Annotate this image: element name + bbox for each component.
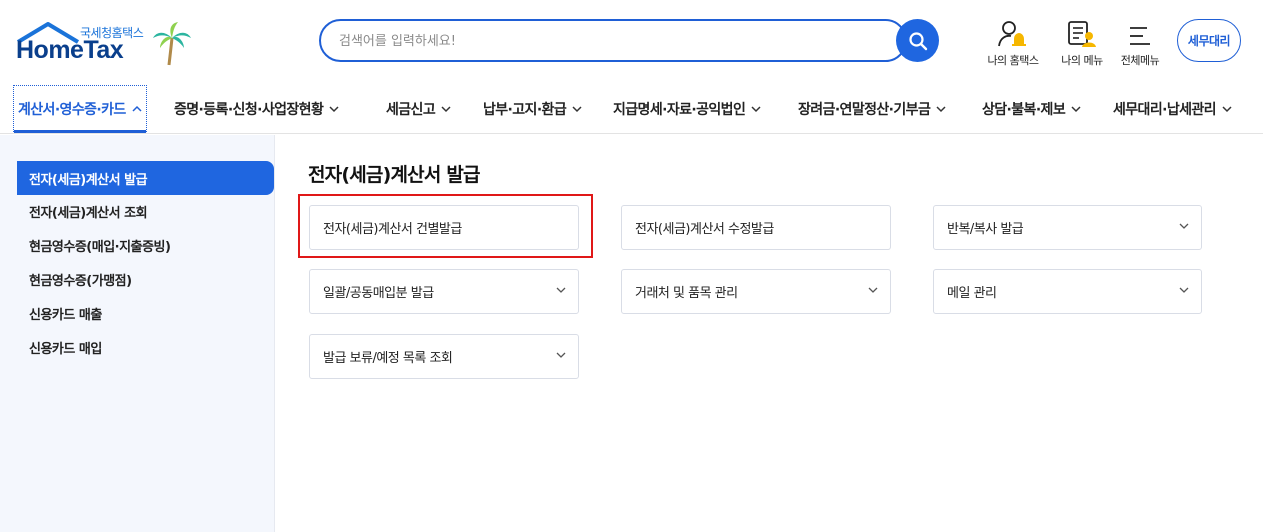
hamburger-menu-icon	[1130, 27, 1150, 45]
card-bulk-joint-issue[interactable]: 일괄/공동매입분 발급	[309, 269, 579, 314]
card-label: 일괄/공동매입분 발급	[323, 286, 434, 301]
page-title: 전자(세금)계산서 발급	[308, 164, 481, 186]
sidebar-item-cash-receipt-merchant[interactable]: 현금영수증(가맹점)	[17, 262, 274, 296]
nav-item-tax-agent[interactable]: 세무대리·납세관리	[1113, 84, 1232, 134]
nav-item-invoice-receipt-card[interactable]: 계산서·영수증·카드	[13, 85, 147, 133]
nav-item-payment-refund[interactable]: 납부·고지·환급	[483, 84, 582, 134]
nav-item-tax-filing[interactable]: 세금신고	[386, 84, 451, 134]
my-hometax-button[interactable]: 나의 홈택스	[978, 18, 1048, 68]
card-mail-management[interactable]: 메일 관리	[933, 269, 1202, 314]
sidebar-item-cash-receipt-purchase[interactable]: 현금영수증(매입·지출증빙)	[17, 228, 274, 262]
sidebar-item-einvoice-issue[interactable]: 전자(세금)계산서 발급	[17, 161, 274, 195]
nav-item-label: 지급명세·자료·공익법인	[613, 102, 746, 118]
chevron-down-icon	[556, 352, 566, 358]
chevron-down-icon	[441, 105, 451, 112]
card-amend-issue[interactable]: 전자(세금)계산서 수정발급	[621, 205, 891, 250]
search-box	[319, 19, 907, 62]
chevron-down-icon	[1179, 287, 1189, 293]
card-pending-scheduled-list[interactable]: 발급 보류/예정 목록 조회	[309, 334, 579, 379]
nav-item-label: 증명·등록·신청·사업장현황	[174, 102, 324, 118]
chevron-down-icon	[751, 105, 761, 112]
nav-item-label: 계산서·영수증·카드	[18, 101, 126, 118]
hometax-logo[interactable]: 국세청홈택스 HomeTax	[14, 20, 194, 68]
nav-item-certificates[interactable]: 증명·등록·신청·사업장현황	[174, 84, 339, 134]
nav-item-payment-statement[interactable]: 지급명세·자료·공익법인	[613, 84, 761, 134]
card-label: 전자(세금)계산서 수정발급	[635, 222, 774, 237]
my-hometax-label: 나의 홈택스	[987, 54, 1039, 67]
chevron-down-icon	[329, 105, 339, 112]
nav-item-label: 장려금·연말정산·기부금	[798, 102, 931, 118]
user-bell-icon	[998, 21, 1026, 47]
tax-agent-button[interactable]: 세무대리	[1177, 19, 1241, 62]
nav-item-label: 세금신고	[386, 102, 436, 118]
chevron-down-icon	[1071, 105, 1081, 112]
card-partner-item-management[interactable]: 거래처 및 품목 관리	[621, 269, 891, 314]
card-repeat-copy-issue[interactable]: 반복/복사 발급	[933, 205, 1202, 250]
sidebar-item-einvoice-lookup[interactable]: 전자(세금)계산서 조회	[17, 194, 274, 228]
chevron-down-icon	[1179, 223, 1189, 229]
nav-item-consultation[interactable]: 상담·불복·제보	[982, 84, 1081, 134]
card-label: 메일 관리	[947, 286, 997, 301]
palm-tree-icon	[153, 22, 191, 66]
logo-title: HomeTax	[16, 36, 124, 64]
search-input[interactable]	[339, 30, 879, 52]
header: 국세청홈택스 HomeTax 나의 홈택스	[0, 0, 1263, 84]
chevron-down-icon	[572, 105, 582, 112]
sidebar-item-credit-card-sales[interactable]: 신용카드 매출	[17, 296, 274, 330]
card-label: 거래처 및 품목 관리	[635, 286, 738, 301]
chevron-down-icon	[1222, 105, 1232, 112]
search-button[interactable]	[896, 19, 939, 62]
card-label: 반복/복사 발급	[947, 222, 1024, 237]
nav-item-incentive-settlement[interactable]: 장려금·연말정산·기부금	[798, 84, 946, 134]
nav-item-label: 세무대리·납세관리	[1113, 102, 1217, 118]
document-user-icon	[1068, 21, 1096, 47]
chevron-down-icon	[936, 105, 946, 112]
all-menu-label: 전체메뉴	[1120, 54, 1160, 67]
chevron-down-icon	[868, 287, 878, 293]
chevron-down-icon	[556, 287, 566, 293]
nav-item-label: 납부·고지·환급	[483, 102, 567, 118]
search-icon	[908, 31, 927, 50]
sidebar-item-credit-card-purchase[interactable]: 신용카드 매입	[17, 330, 274, 364]
all-menu-button[interactable]: 전체메뉴	[1105, 18, 1175, 68]
main-navigation: 계산서·영수증·카드 증명·등록·신청·사업장현황 세금신고 납부·고지·환급 …	[0, 84, 1263, 134]
chevron-up-icon	[132, 105, 142, 112]
card-label: 발급 보류/예정 목록 조회	[323, 351, 453, 366]
nav-item-label: 상담·불복·제보	[982, 102, 1066, 118]
highlight-box	[298, 194, 593, 258]
